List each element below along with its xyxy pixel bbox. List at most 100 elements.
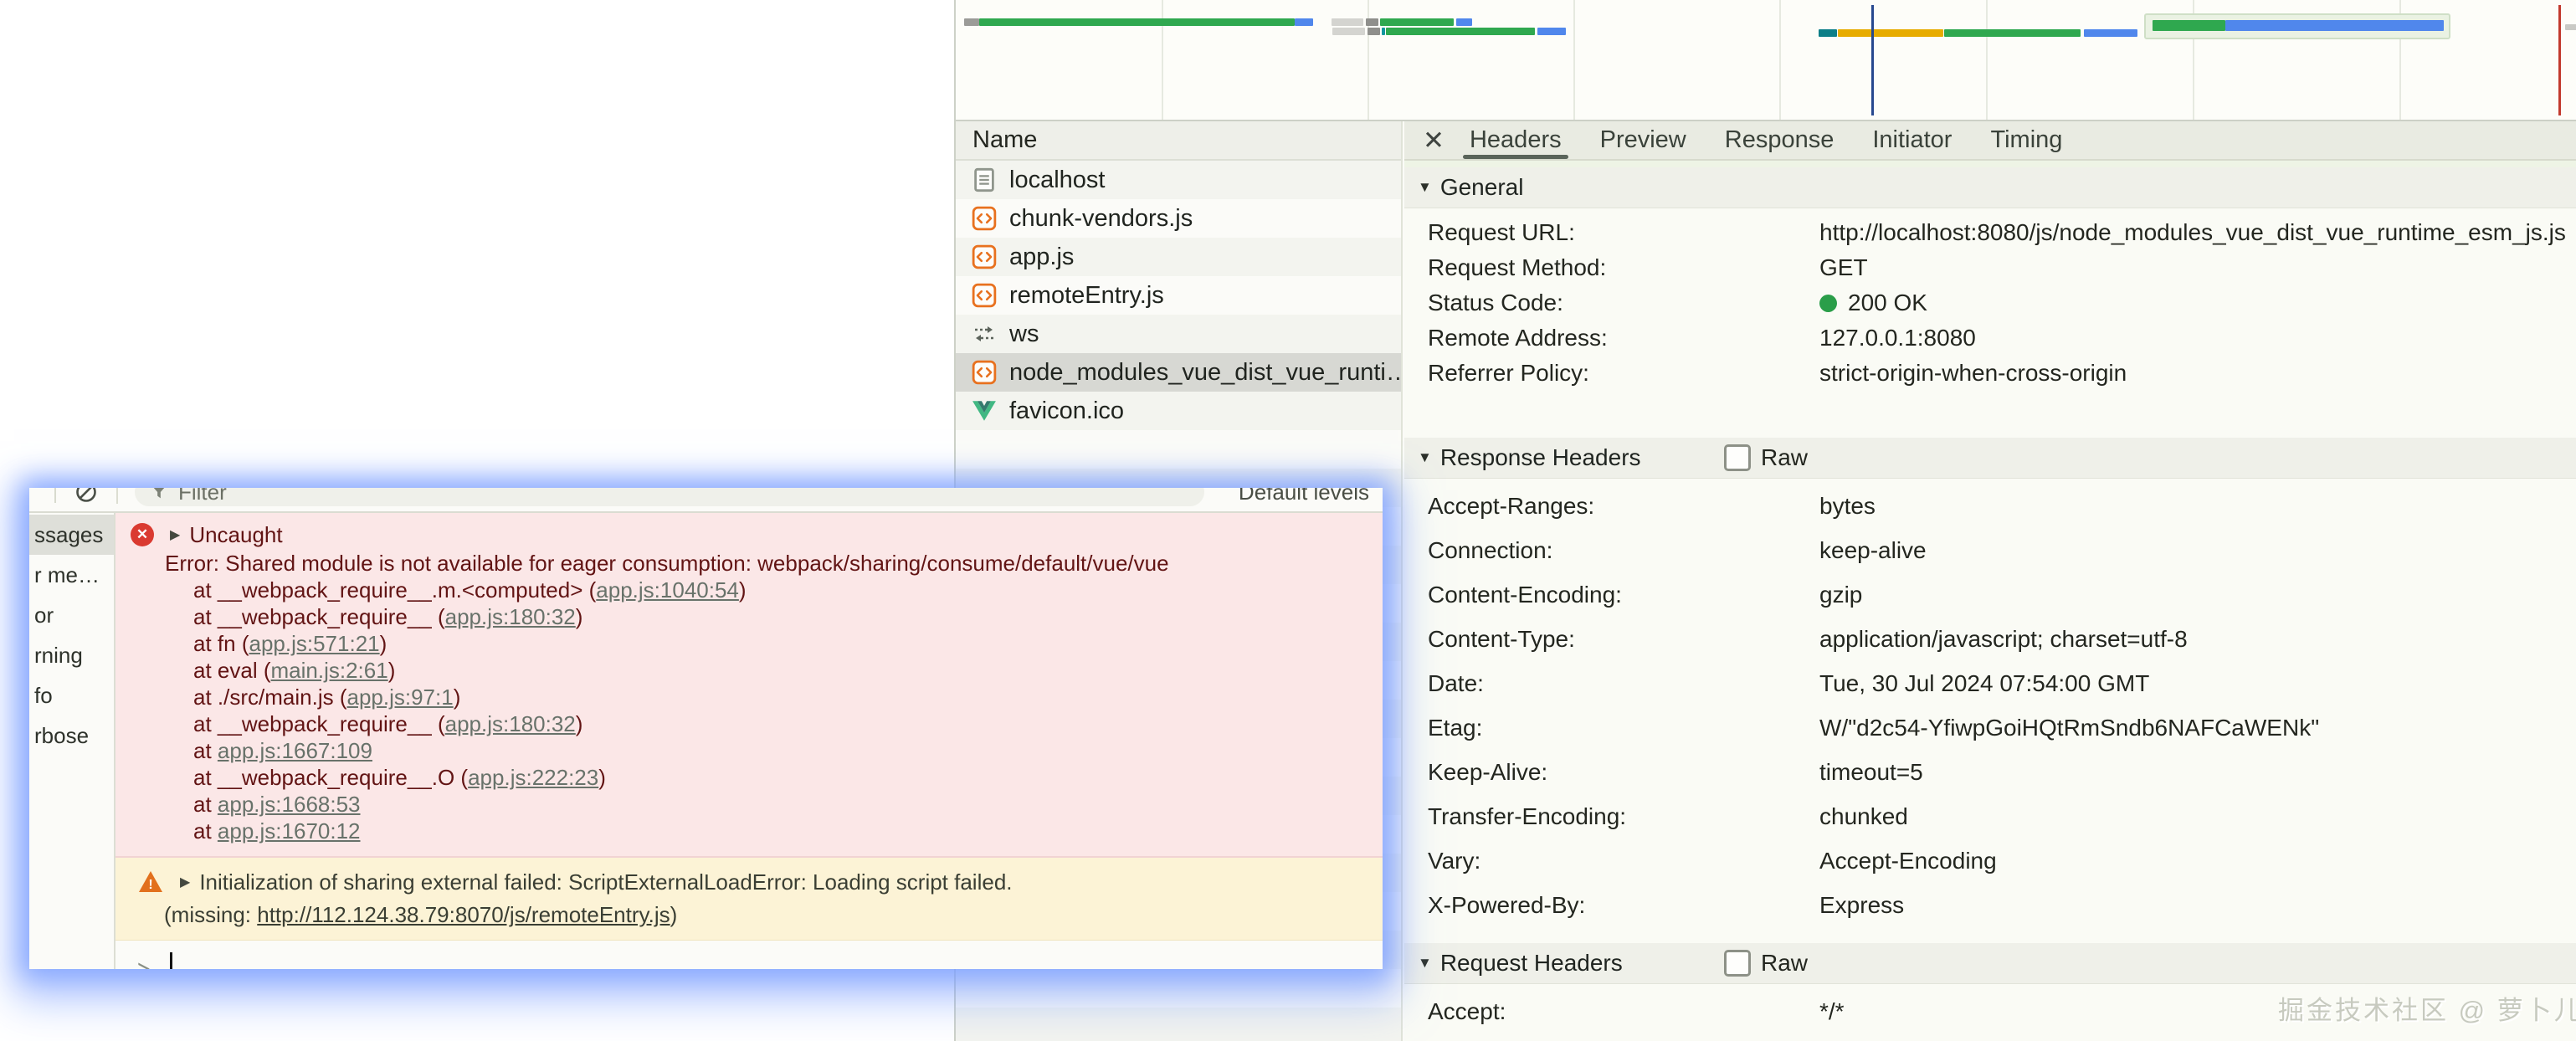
header-row-value-text: W/"d2c54-YfiwpGoiHQtRmSndb6NAFCaWENk" [1819,715,2319,741]
stack-frame: at __webpack_require__ (app.js:180:32) [115,710,1383,737]
request-row[interactable]: ws [956,315,1401,353]
request-name: node_modules_vue_dist_vue_runti… [1009,359,1401,387]
tab-response[interactable]: Response [1725,121,1835,159]
request-row[interactable]: favicon.ico [956,392,1401,430]
waterfall-bar [1386,28,1535,35]
script-icon [972,244,997,269]
request-row[interactable]: node_modules_vue_dist_vue_runti… [956,353,1401,392]
console-toolbar: Filter Default levels [29,488,1383,513]
network-overview-waterfall[interactable] [956,0,2576,121]
request-row[interactable]: app.js [956,238,1401,276]
console-sidebar-item[interactable]: rning [29,635,114,675]
error-message-text: Error: Shared module is not available fo… [115,550,1383,577]
stack-frame-link[interactable]: app.js:222:23 [468,765,598,790]
general-section-header[interactable]: ▼ General [1404,167,2576,208]
request-row[interactable]: remoteEntry.js [956,276,1401,315]
stack-frame-link[interactable]: main.js:2:61 [271,658,388,683]
chevron-down-icon: ▼ [1418,449,1432,466]
stack-frame-link[interactable]: app.js:1040:54 [596,577,739,603]
tab-timing[interactable]: Timing [1990,121,2062,159]
request-headers-section-header[interactable]: ▼ Request Headers Raw [1404,943,2576,984]
console-prompt[interactable]: > [115,952,1383,969]
response-raw-toggle[interactable]: Raw [1724,444,1808,471]
header-row-value-text: keep-alive [1819,537,1927,564]
waterfall-bar [1456,18,1472,26]
raw-checkbox[interactable] [1724,444,1751,471]
header-row-value-text: bytes [1819,493,1876,520]
console-filter-input[interactable]: Filter [135,488,1204,506]
stack-frame-link[interactable]: app.js:180:32 [445,604,576,629]
header-row: Keep-Alive:timeout=5 [1404,750,2576,794]
expand-triangle-icon[interactable]: ▶ [180,874,190,890]
sidebar-item-label: rning [34,643,83,669]
stack-frame-link[interactable]: app.js:571:21 [249,631,379,656]
warning-missing-link[interactable]: http://112.124.38.79:8070/js/remoteEntry… [257,902,670,927]
header-row-name: Accept-Ranges: [1428,493,1819,520]
sidebar-item-label: ssages [34,522,103,548]
stack-frame: at __webpack_require__.O (app.js:222:23) [115,764,1383,791]
stack-frame-pre: at [193,792,218,817]
header-row-value-text: 200 OK [1848,290,1927,316]
header-row-value: application/javascript; charset=utf-8 [1819,626,2188,653]
tab-headers[interactable]: Headers [1470,121,1562,159]
stack-frame-pre: at __webpack_require__.m.<computed> ( [193,577,596,603]
waterfall-bar [2084,29,2137,37]
waterfall-bar [2225,20,2444,31]
header-row-name: Request Method: [1428,254,1819,281]
request-name: chunk-vendors.js [1009,205,1193,233]
clear-console-icon[interactable] [74,488,98,504]
header-row: Status Code:200 OK [1404,285,2576,321]
timeline-marker [2558,5,2561,115]
header-row-name: Vary: [1428,848,1819,874]
console-sidebar-item[interactable]: or [29,595,114,635]
header-row-name: Remote Address: [1428,325,1819,351]
header-row-name: Content-Encoding: [1428,582,1819,608]
stack-frame-link[interactable]: app.js:97:1 [346,685,453,710]
stack-frame-pre: at eval ( [193,658,271,683]
stack-frame-link[interactable]: app.js:180:32 [445,711,576,736]
tab-preview[interactable]: Preview [1600,121,1686,159]
waterfall-gridline [1779,0,1781,120]
waterfall-bar [1366,18,1378,26]
header-row: Accept-Ranges:bytes [1404,484,2576,528]
stack-frame-pre: at __webpack_require__.O ( [193,765,468,790]
stack-frame-link[interactable]: app.js:1667:109 [218,738,372,763]
stack-frame-link[interactable]: app.js:1668:53 [218,792,361,817]
header-row-value-text: 127.0.0.1:8080 [1819,325,1976,351]
console-sidebar-item[interactable]: rbose [29,715,114,756]
name-column-header[interactable]: Name [956,121,1401,161]
header-row-name: Date: [1428,670,1819,697]
expand-triangle-icon[interactable]: ▶ [170,526,180,543]
vue-icon [972,398,997,423]
error-stack-trace: at __webpack_require__.m.<computed> (app… [115,577,1383,844]
header-row-value-text: Accept-Encoding [1819,848,1997,874]
request-row[interactable]: chunk-vendors.js [956,199,1401,238]
console-sidebar-item[interactable]: r me… [29,555,114,595]
stack-frame: at app.js:1668:53 [115,791,1383,818]
header-row-value: keep-alive [1819,537,1927,564]
header-row: Remote Address:127.0.0.1:8080 [1404,321,2576,356]
header-row-value: Express [1819,892,1904,919]
tab-initiator[interactable]: Initiator [1872,121,1952,159]
response-headers-section-header[interactable]: ▼ Response Headers Raw [1404,438,2576,479]
filter-funnel-icon [150,488,168,501]
request-raw-toggle[interactable]: Raw [1724,950,1808,977]
header-row-value: gzip [1819,582,1862,608]
stack-frame-link[interactable]: app.js:1670:12 [218,818,361,844]
console-main: ssagesr me…orrningforbose ✕ ▶ Uncaught E… [29,513,1383,969]
waterfall-gridline [1986,0,1988,120]
details-tab-bar: ✕ Headers Preview Response Initiator Timing [1404,121,2576,161]
console-sidebar-item[interactable]: ssages [29,515,114,555]
filter-placeholder: Filter [178,488,227,505]
console-sidebar-item[interactable]: fo [29,675,114,715]
general-rows: Request URL:http://localhost:8080/js/nod… [1404,208,2576,391]
error-title: Uncaught [189,522,282,548]
log-levels-dropdown[interactable]: Default levels [1239,488,1369,505]
sidebar-item-label: rbose [34,723,89,749]
request-row[interactable]: localhost [956,161,1401,199]
timeline-marker [1871,5,1874,115]
request-name: ws [1009,321,1039,348]
raw-checkbox[interactable] [1724,950,1751,977]
tab-label: Initiator [1872,126,1952,154]
close-icon[interactable]: ✕ [1423,126,1445,156]
